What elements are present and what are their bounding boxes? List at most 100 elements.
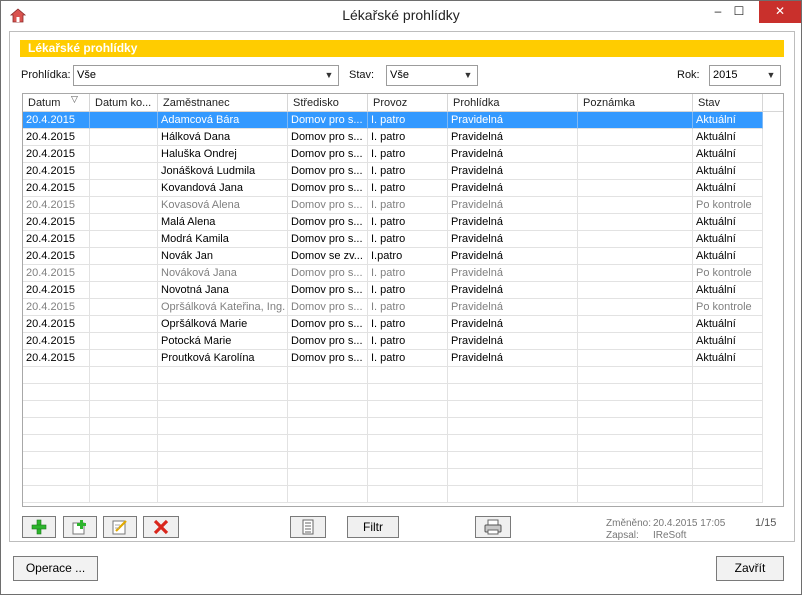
cell-zamestnanec: Novák Jan [158,248,288,265]
cell-zamestnanec: Kovasová Alena [158,197,288,214]
table-row[interactable]: 20.4.2015 Nováková Jana Domov pro s... I. p… [23,265,783,282]
table-row[interactable]: 20.4.2015 Modrá Kamila Domov pro s... I. pa… [23,231,783,248]
empty-cell [693,384,763,401]
table-row[interactable]: 20.4.2015 Jonášková Ludmila Domov pro s...… [23,163,783,180]
table-row[interactable]: 20.4.2015 Opršálková Marie Domov pro s... I… [23,316,783,333]
empty-cell [288,486,368,503]
cell-poznamka [578,214,693,231]
header-col-provoz[interactable]: Provoz [368,94,448,112]
cell-stredisko: Domov pro s... [288,299,368,316]
cell-datum-kontroly [90,316,158,333]
empty-row [23,367,783,384]
cell-stav: Aktuální [693,316,763,333]
cell-stredisko: Domov pro s... [288,163,368,180]
rok-select[interactable]: 2015 ▼ [709,65,781,86]
print-button[interactable] [475,516,511,538]
filter-button[interactable]: Filtr [347,516,399,538]
title-bar: Lékařské prohlídky – ☐ ✕ [1,1,801,31]
cell-datum: 20.4.2015 [23,282,90,299]
cell-zamestnanec: Proutková Karolína [158,350,288,367]
cell-provoz: I. patro [368,146,448,163]
table-row[interactable]: 20.4.2015 Kovasová Alena Domov pro s... I. … [23,197,783,214]
cell-datum: 20.4.2015 [23,163,90,180]
header-col-poznamka[interactable]: Poznámka [578,94,693,112]
cell-datum-kontroly [90,180,158,197]
table-header: Datum Datum ko... Zaměstnanec Středisko Prov… [23,94,783,112]
empty-cell [448,486,578,503]
edit-button[interactable] [103,516,137,538]
list-button[interactable] [290,516,326,538]
cell-prohlidka: Pravidelná [448,214,578,231]
cell-zamestnanec: Haluška Ondrej [158,146,288,163]
table-row[interactable]: 20.4.2015 Potocká Marie Domov pro s... I. p… [23,333,783,350]
header-col-prohlidka[interactable]: Prohlídka [448,94,578,112]
empty-cell [368,418,448,435]
cell-zamestnanec: Kovandová Jana [158,180,288,197]
cell-datum: 20.4.2015 [23,265,90,282]
table-row[interactable]: 20.4.2015 Novák Jan Domov se zv... I.patro P… [23,248,783,265]
empty-cell [23,367,90,384]
window-title: Lékařské prohlídky [342,7,460,23]
table-row[interactable]: 20.4.2015 Malá Alena Domov pro s... I. patr… [23,214,783,231]
stav-select[interactable]: Vše ▼ [386,65,478,86]
table-row[interactable]: 20.4.2015 Novotná Jana Domov pro s... I. pa… [23,282,783,299]
table-row[interactable]: 20.4.2015 Proutková Karolína Domov pro s..… [23,350,783,367]
operace-button[interactable]: Operace ... [13,556,98,581]
changed-label: Změněno: [606,518,652,529]
cell-prohlidka: Pravidelná [448,248,578,265]
add-copy-button[interactable] [63,516,97,538]
changed-value: 20.4.2015 17:05 [653,518,726,529]
empty-cell [158,452,288,469]
header-col-stredisko[interactable]: Středisko [288,94,368,112]
close-window-button[interactable]: ✕ [759,1,801,23]
header-col-zamestnanec[interactable]: Zaměstnanec [158,94,288,112]
table-row[interactable]: 20.4.2015 Adamcová Bára Domov pro s... I. p… [23,112,783,129]
chevron-down-icon: ▼ [766,70,776,80]
close-button[interactable]: Zavřít [716,556,784,581]
empty-cell [288,418,368,435]
cell-poznamka [578,350,693,367]
cell-stredisko: Domov pro s... [288,180,368,197]
cell-zamestnanec: Opršálková Marie [158,316,288,333]
table-row[interactable]: 20.4.2015 Kovandová Jana Domov pro s... I. … [23,180,783,197]
cell-stav: Po kontrole [693,197,763,214]
empty-cell [448,401,578,418]
empty-cell [288,384,368,401]
cell-prohlidka: Pravidelná [448,197,578,214]
table-row[interactable]: 20.4.2015 Opršálková Kateřina, Ing. Domov … [23,299,783,316]
cell-prohlidka: Pravidelná [448,282,578,299]
cell-datum-kontroly [90,299,158,316]
cell-datum-kontroly [90,350,158,367]
empty-row [23,418,783,435]
cell-poznamka [578,265,693,282]
header-col-datum-kontroly[interactable]: Datum ko... [90,94,158,112]
empty-cell [578,367,693,384]
cell-zamestnanec: Adamcová Bára [158,112,288,129]
add-button[interactable] [22,516,56,538]
empty-cell [693,435,763,452]
cell-prohlidka: Pravidelná [448,265,578,282]
empty-cell [578,435,693,452]
table-row[interactable]: 20.4.2015 Haluška Ondrej Domov pro s... I. … [23,146,783,163]
cell-provoz: I. patro [368,112,448,129]
empty-cell [23,435,90,452]
cell-datum: 20.4.2015 [23,350,90,367]
table-row[interactable]: 20.4.2015 Hálková Dana Domov pro s... I. pa… [23,129,783,146]
cell-prohlidka: Pravidelná [448,112,578,129]
empty-cell [90,469,158,486]
header-col-datum[interactable]: Datum [23,94,90,112]
cell-stredisko: Domov pro s... [288,316,368,333]
cell-datum: 20.4.2015 [23,299,90,316]
prohlidka-select[interactable]: Vše ▼ [73,65,339,86]
maximize-button[interactable]: ☐ [725,1,753,23]
delete-button[interactable] [143,516,179,538]
header-col-stav[interactable]: Stav [693,94,763,112]
main-window: Lékařské prohlídky – ☐ ✕ Lékařské prohlí… [0,0,802,595]
cell-stav: Aktuální [693,180,763,197]
cell-prohlidka: Pravidelná [448,299,578,316]
cell-poznamka [578,333,693,350]
cell-zamestnanec: Potocká Marie [158,333,288,350]
empty-cell [288,367,368,384]
inspections-table[interactable]: Datum Datum ko... Zaměstnanec Středisko Prov… [22,93,784,507]
empty-cell [578,486,693,503]
